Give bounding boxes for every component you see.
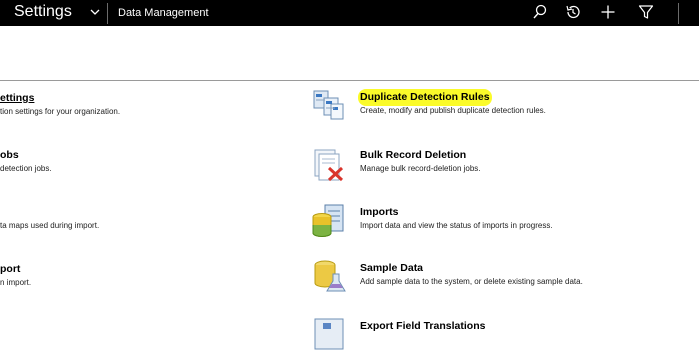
export-translations-icon <box>314 318 344 350</box>
list-item-duplicate-detection-rules[interactable]: Duplicate Detection Rules Create, modify… <box>360 91 690 119</box>
duplicate-detection-icon <box>313 90 344 120</box>
item-title[interactable]: port <box>0 263 20 276</box>
item-title[interactable]: Bulk Record Deletion <box>360 149 466 162</box>
item-description: Manage bulk record-deletion jobs. <box>360 164 481 173</box>
breadcrumb: Data Management <box>118 7 209 19</box>
item-description: tion settings for your organization. <box>0 107 121 116</box>
item-title[interactable]: Sample Data <box>360 262 423 275</box>
add-icon[interactable] <box>599 3 617 21</box>
item-description: Add sample data to the system, or delete… <box>360 277 583 286</box>
header-divider-right <box>678 3 679 24</box>
item-title[interactable]: Duplicate Detection Rules <box>360 91 490 104</box>
header-divider <box>107 3 108 24</box>
item-title[interactable]: obs <box>0 149 19 162</box>
list-item[interactable]: ta maps used during import. <box>0 206 300 234</box>
item-description: Import data and view the status of impor… <box>360 221 553 230</box>
list-item[interactable]: ettings tion settings for your organizat… <box>0 92 300 120</box>
list-item-imports[interactable]: Imports Import data and view the status … <box>360 206 690 234</box>
search-icon[interactable] <box>531 3 549 21</box>
list-item-bulk-record-deletion[interactable]: Bulk Record Deletion Manage bulk record-… <box>360 149 690 177</box>
item-title[interactable]: ettings <box>0 92 34 105</box>
section-divider <box>0 80 699 81</box>
list-item-export-field-translations[interactable]: Export Field Translations <box>360 320 690 333</box>
filter-icon[interactable] <box>637 3 655 21</box>
bulk-delete-icon <box>314 149 344 182</box>
item-description: detection jobs. <box>0 164 52 173</box>
item-description: n import. <box>0 278 32 287</box>
imports-icon <box>312 204 344 237</box>
item-description: Create, modify and publish duplicate det… <box>360 106 546 115</box>
app-title[interactable]: Settings <box>14 0 72 24</box>
item-title[interactable]: Imports <box>360 206 399 219</box>
recent-history-icon[interactable] <box>564 3 582 21</box>
item-title[interactable]: Export Field Translations <box>360 320 485 333</box>
item-description: ta maps used during import. <box>0 221 100 230</box>
list-item[interactable]: obs detection jobs. <box>0 149 300 177</box>
list-item[interactable]: port n import. <box>0 263 300 291</box>
list-item-sample-data[interactable]: Sample Data Add sample data to the syste… <box>360 262 690 290</box>
sample-data-icon <box>314 260 346 292</box>
chevron-down-icon[interactable] <box>89 6 101 18</box>
top-bar: Settings Data Management <box>0 0 699 26</box>
